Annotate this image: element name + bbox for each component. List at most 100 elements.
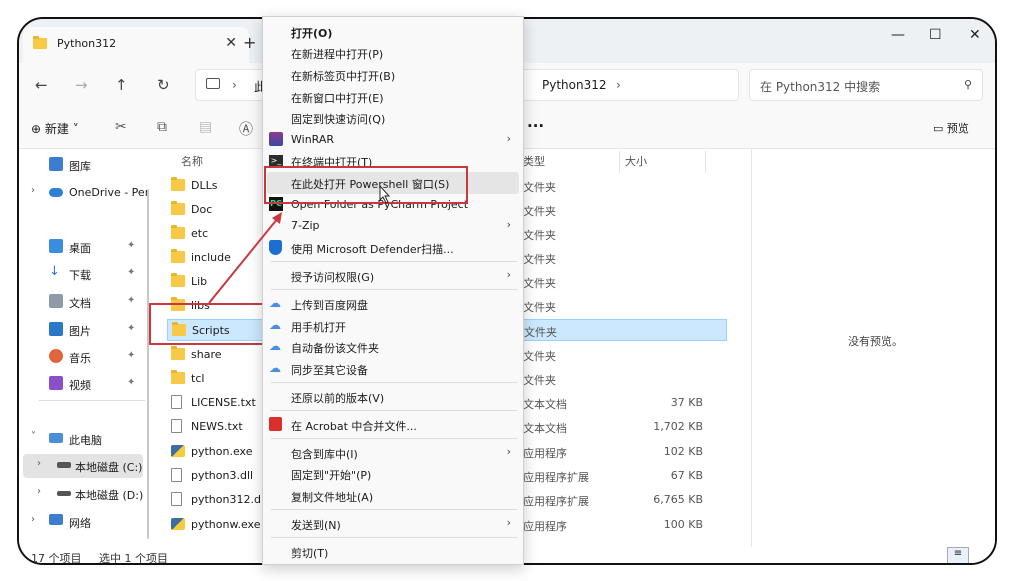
file-name: Lib (191, 275, 208, 288)
file-type: 应用程序扩展 (523, 495, 589, 508)
menu-item-label: 包含到库中(I) (291, 448, 358, 461)
preview-pane-button[interactable]: ▭ 预览 (933, 120, 969, 136)
paste-icon[interactable]: ▤ (199, 119, 212, 135)
menu-item-pin-to-start[interactable]: 固定到"开始"(P) (263, 463, 523, 485)
new-tab-button[interactable]: + (243, 33, 256, 52)
menu-separator (271, 261, 517, 262)
nav-item-label: 文档 (69, 297, 91, 310)
menu-item-copy-path[interactable]: 复制文件地址(A) (263, 485, 523, 507)
menu-item-open-new-process[interactable]: 在新进程中打开(P) (263, 42, 523, 64)
pin-icon: ✦ (127, 240, 136, 251)
minimize-button[interactable]: — (891, 27, 905, 43)
more-options-button[interactable]: ··· (527, 117, 544, 135)
menu-item-open[interactable]: 打开(O) (263, 21, 523, 43)
baidu-cloud-icon: ☁ (269, 318, 281, 332)
python-icon (171, 518, 185, 530)
pin-icon: ✦ (127, 267, 136, 278)
menu-item-acrobat-combine[interactable]: 在 Acrobat 中合并文件... (263, 414, 523, 436)
menu-item-grant-access[interactable]: 授予访问权限(G) › (263, 265, 523, 287)
menu-separator (271, 289, 517, 290)
nav-item-label: 此电脑 (69, 434, 102, 447)
tab-python312[interactable]: Python312 ✕ (23, 27, 249, 63)
column-header-size[interactable]: 大小 (625, 153, 647, 169)
breadcrumb-current[interactable]: Python312 (542, 78, 607, 92)
rename-icon[interactable]: Ⓐ (239, 119, 253, 139)
nav-item-onedrive[interactable]: › OneDrive - Per (19, 181, 149, 205)
nav-item-label: 本地磁盘 (D:) (75, 489, 144, 502)
back-arrow-icon[interactable]: ← (35, 76, 48, 94)
menu-item-send-to[interactable]: 发送到(N) › (263, 513, 523, 535)
nav-item-gallery[interactable]: 图库 (19, 153, 145, 177)
nav-item-videos[interactable]: 视频 ✦ (19, 372, 145, 396)
new-button[interactable]: ⊕ 新建 ˅ (31, 120, 79, 137)
pin-icon: ✦ (127, 295, 136, 306)
chevron-right-icon[interactable]: › (37, 458, 41, 469)
breadcrumb-chevron-icon[interactable]: › (232, 78, 237, 92)
menu-item-open-on-phone[interactable]: ☁ 用手机打开 (263, 315, 523, 337)
pin-icon: ✦ (127, 350, 136, 361)
menu-item-7zip[interactable]: 7-Zip › (263, 215, 523, 237)
chevron-down-icon[interactable]: ˅ (31, 431, 36, 442)
nav-item-label: 图库 (69, 160, 91, 173)
menu-item-defender-scan[interactable]: 使用 Microsoft Defender扫描... (263, 237, 523, 259)
column-divider[interactable] (705, 151, 706, 173)
menu-item-open-new-window[interactable]: 在新窗口中打开(E) (263, 86, 523, 108)
no-preview-text: 没有预览。 (848, 335, 903, 348)
menu-item-auto-backup[interactable]: ☁ 自动备份该文件夹 (263, 336, 523, 358)
details-view-button[interactable]: ≡ (947, 547, 969, 563)
chevron-right-icon[interactable]: › (31, 514, 35, 525)
forward-arrow-icon[interactable]: → (75, 76, 88, 94)
file-name: tcl (191, 372, 205, 385)
up-arrow-icon[interactable]: ↑ (115, 76, 128, 94)
nav-item-downloads[interactable]: ↓ 下载 ✦ (19, 262, 145, 286)
nav-item-drive-c[interactable]: › 本地磁盘 (C:) (23, 454, 143, 478)
menu-item-open-new-tab[interactable]: 在新标签页中打开(B) (263, 64, 523, 86)
selected-count: 选中 1 个项目 (99, 552, 168, 565)
desktop-icon (49, 239, 63, 253)
file-type: 文件夹 (523, 181, 556, 194)
nav-item-this-pc[interactable]: ˅ 此电脑 (19, 427, 145, 451)
nav-item-network[interactable]: › 网络 (19, 510, 145, 534)
nav-item-music[interactable]: 音乐 ✦ (19, 345, 145, 369)
baidu-cloud-icon: ☁ (269, 361, 281, 375)
menu-item-pin-quick-access[interactable]: 固定到快速访问(Q) (263, 107, 523, 129)
menu-item-winrar[interactable]: WinRAR › (263, 129, 523, 151)
menu-item-sync-devices[interactable]: ☁ 同步至其它设备 (263, 358, 523, 380)
menu-item-include-in-library[interactable]: 包含到库中(I) › (263, 442, 523, 464)
file-type: 文件夹 (523, 205, 556, 218)
chevron-right-icon[interactable]: › (37, 486, 41, 497)
close-tab-icon[interactable]: ✕ (225, 35, 237, 51)
folder-icon (171, 225, 185, 239)
nav-item-label: 图片 (69, 325, 91, 338)
cut-icon[interactable]: ✂ (115, 119, 127, 135)
preview-button-label: 预览 (946, 122, 969, 135)
nav-item-documents[interactable]: 文档 ✦ (19, 290, 145, 314)
folder-icon (171, 370, 185, 384)
close-window-button[interactable]: ✕ (969, 27, 981, 43)
column-divider[interactable] (619, 151, 620, 173)
menu-item-label: 使用 Microsoft Defender扫描... (291, 243, 454, 256)
search-input[interactable]: 在 Python312 中搜索 ⚲ (749, 69, 983, 101)
menu-item-restore-versions[interactable]: 还原以前的版本(V) (263, 386, 523, 408)
breadcrumb-chevron-icon[interactable]: › (616, 78, 621, 92)
menu-item-label: 同步至其它设备 (291, 364, 368, 377)
nav-item-label: 视频 (69, 379, 91, 392)
drive-icon (57, 462, 71, 468)
chevron-right-icon: › (506, 516, 511, 529)
column-header-name[interactable]: 名称 (181, 153, 203, 169)
column-header-type[interactable]: 类型 (523, 153, 545, 169)
nav-item-pictures[interactable]: 图片 ✦ (19, 318, 145, 342)
refresh-icon[interactable]: ↻ (157, 76, 170, 94)
chevron-right-icon[interactable]: › (31, 185, 35, 196)
nav-item-label: OneDrive - Per (69, 186, 150, 199)
menu-item-label: 授予访问权限(G) (291, 271, 375, 284)
nav-item-drive-d[interactable]: › 本地磁盘 (D:) (19, 482, 145, 506)
nav-item-desktop[interactable]: 桌面 ✦ (19, 235, 145, 259)
search-icon: ⚲ (963, 78, 972, 91)
menu-item-label: 剪切(T) (291, 547, 329, 560)
copy-icon[interactable]: ⧉ (157, 119, 167, 135)
maximize-button[interactable]: ☐ (929, 27, 942, 43)
menu-item-cut[interactable]: 剪切(T) (263, 541, 523, 563)
music-icon (49, 349, 63, 363)
menu-item-baidu-upload[interactable]: ☁ 上传到百度网盘 (263, 293, 523, 315)
